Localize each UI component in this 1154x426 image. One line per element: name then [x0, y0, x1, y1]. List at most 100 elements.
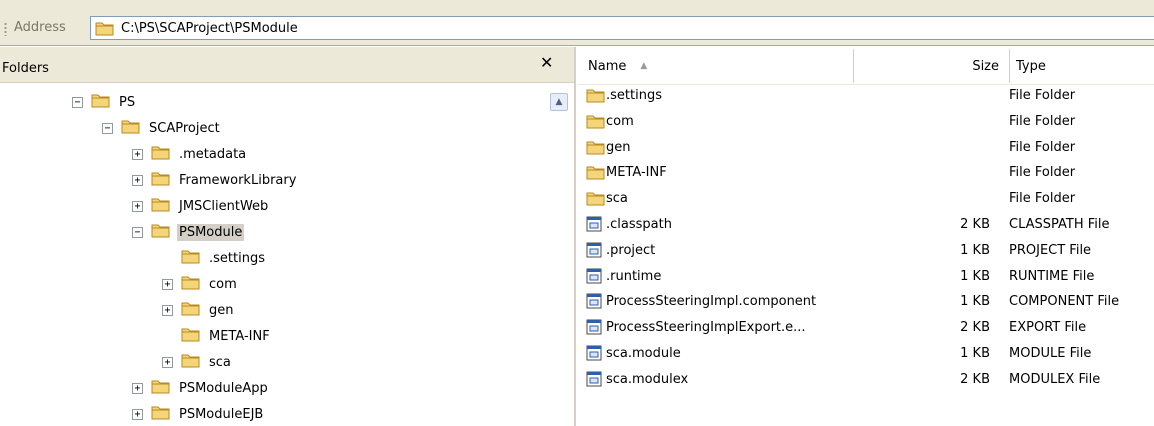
- address-field[interactable]: C:\PS\SCAProject\PSModule: [90, 16, 1154, 40]
- file-row[interactable]: sca.modulex 2 KB MODULEX File: [586, 369, 1146, 391]
- file-type: EXPORT File: [1009, 320, 1087, 336]
- tree-item[interactable]: .settings: [162, 247, 267, 269]
- tree-item-label[interactable]: JMSClientWeb: [177, 198, 270, 215]
- folder-icon: [151, 144, 171, 165]
- file-type: COMPONENT File: [1009, 294, 1120, 310]
- tree-item[interactable]: + PSModuleApp: [132, 377, 270, 399]
- file-name[interactable]: ProcessSteeringImplExport.e...: [606, 320, 806, 335]
- file-name[interactable]: ProcessSteeringImpl.component: [606, 294, 816, 309]
- tree-item-label[interactable]: PS: [117, 94, 137, 111]
- address-path[interactable]: C:\PS\SCAProject\PSModule: [121, 21, 298, 36]
- tree-item-label[interactable]: com: [207, 276, 239, 293]
- file-name[interactable]: com: [606, 114, 634, 129]
- tree-item-label[interactable]: .settings: [207, 250, 267, 267]
- file-type: File Folder: [1009, 88, 1076, 103]
- expand-icon[interactable]: +: [162, 356, 173, 368]
- folders-pane: Folders ✕ ▲ − PS − SCAProject + .metadata + Fra…: [0, 47, 576, 426]
- file-icon: [586, 216, 602, 236]
- file-type: CLASSPATH File: [1009, 217, 1110, 232]
- file-row[interactable]: .project 1 KB PROJECT File: [586, 240, 1146, 262]
- file-type: File Folder: [1009, 165, 1076, 181]
- expand-icon[interactable]: +: [162, 278, 173, 290]
- file-row[interactable]: gen File Folder: [586, 137, 1146, 159]
- file-row[interactable]: ProcessSteeringImpl.component 1 KB COMPONE…: [586, 291, 1146, 313]
- tree-item[interactable]: + sca: [162, 351, 233, 373]
- file-name[interactable]: .settings: [606, 88, 662, 103]
- address-label: Address: [14, 20, 66, 35]
- collapse-icon[interactable]: −: [72, 96, 83, 108]
- tree-item-label[interactable]: gen: [207, 302, 236, 319]
- tree-item[interactable]: − PS: [72, 91, 137, 113]
- folder-icon: [121, 118, 141, 139]
- expand-icon[interactable]: +: [132, 200, 143, 212]
- column-header-type[interactable]: Type: [1010, 49, 1154, 83]
- file-name[interactable]: META-INF: [606, 165, 667, 180]
- file-row[interactable]: sca File Folder: [586, 188, 1146, 210]
- sort-ascending-icon: ▲: [640, 61, 648, 71]
- collapse-icon[interactable]: −: [102, 122, 113, 134]
- file-row[interactable]: META-INF File Folder: [586, 162, 1146, 184]
- column-header-size-label: Size: [972, 58, 999, 74]
- file-name[interactable]: sca.modulex: [606, 372, 688, 387]
- expand-icon[interactable]: +: [132, 382, 143, 394]
- tree-item[interactable]: + JMSClientWeb: [132, 195, 270, 217]
- file-size: 1 KB: [960, 268, 990, 284]
- file-row[interactable]: .runtime 1 KB RUNTIME File: [586, 266, 1146, 288]
- file-name[interactable]: sca: [606, 191, 628, 206]
- folder-icon: [95, 20, 115, 41]
- file-name[interactable]: .project: [606, 243, 655, 258]
- close-icon[interactable]: ✕: [540, 53, 553, 72]
- folder-icon: [586, 139, 606, 160]
- tree-item[interactable]: + gen: [162, 299, 236, 321]
- folder-icon: [181, 248, 201, 269]
- file-name[interactable]: sca.module: [606, 346, 681, 361]
- tree-item-label[interactable]: PSModuleApp: [177, 380, 270, 397]
- folders-header: Folders ✕: [0, 47, 574, 83]
- folder-icon: [586, 164, 606, 185]
- tree-item-label[interactable]: FrameworkLibrary: [177, 172, 298, 189]
- scroll-up-button[interactable]: ▲: [550, 93, 568, 111]
- file-name[interactable]: .classpath: [606, 217, 672, 232]
- file-row[interactable]: com File Folder: [586, 111, 1146, 133]
- tree-item-label[interactable]: sca: [207, 354, 233, 371]
- file-row[interactable]: ProcessSteeringImplExport.e... 2 KB EXPORT…: [586, 317, 1146, 339]
- file-icon: [586, 345, 602, 365]
- column-header-size[interactable]: Size: [854, 49, 1010, 83]
- expand-icon[interactable]: +: [162, 304, 173, 316]
- collapse-icon[interactable]: −: [132, 226, 143, 238]
- file-row[interactable]: sca.module 1 KB MODULE File: [586, 343, 1146, 365]
- files-pane: Name ▲ Size Type .settings File Folder com…: [578, 47, 1154, 426]
- expand-icon[interactable]: +: [132, 148, 143, 160]
- toolbar-grip[interactable]: [4, 22, 7, 36]
- tree-item-label[interactable]: SCAProject: [147, 120, 222, 137]
- expand-icon[interactable]: +: [132, 408, 143, 420]
- tree-item-label[interactable]: .metadata: [177, 146, 248, 163]
- tree-item[interactable]: + PSModuleEJB: [132, 403, 265, 425]
- address-bar: Address C:\PS\SCAProject\PSModule: [0, 0, 1154, 46]
- file-size: 2 KB: [960, 217, 990, 232]
- file-size: 2 KB: [960, 320, 990, 336]
- file-type: MODULEX File: [1009, 371, 1101, 387]
- file-row[interactable]: .settings File Folder: [586, 85, 1146, 107]
- tree-item-label[interactable]: PSModuleEJB: [177, 406, 265, 423]
- folder-icon: [586, 87, 606, 108]
- file-row[interactable]: .classpath 2 KB CLASSPATH File: [586, 214, 1146, 236]
- tree-item-label[interactable]: META-INF: [207, 328, 272, 345]
- folder-icon: [151, 196, 171, 217]
- file-size: 1 KB: [960, 294, 990, 310]
- column-header-name[interactable]: Name ▲: [578, 49, 854, 83]
- tree-item-label[interactable]: PSModule: [177, 223, 245, 241]
- tree-item[interactable]: − PSModule: [132, 221, 245, 243]
- file-name[interactable]: gen: [606, 140, 631, 155]
- file-icon: [586, 371, 602, 391]
- folder-icon: [586, 113, 606, 134]
- file-name[interactable]: .runtime: [606, 269, 661, 284]
- tree-item[interactable]: − SCAProject: [102, 117, 222, 139]
- tree-item[interactable]: META-INF: [162, 325, 272, 347]
- tree-item[interactable]: + com: [162, 273, 239, 295]
- expand-icon[interactable]: +: [132, 174, 143, 186]
- tree-item[interactable]: + FrameworkLibrary: [132, 169, 298, 191]
- tree-item[interactable]: + .metadata: [132, 143, 248, 165]
- folder-icon: [181, 352, 201, 373]
- file-size: 1 KB: [960, 242, 990, 258]
